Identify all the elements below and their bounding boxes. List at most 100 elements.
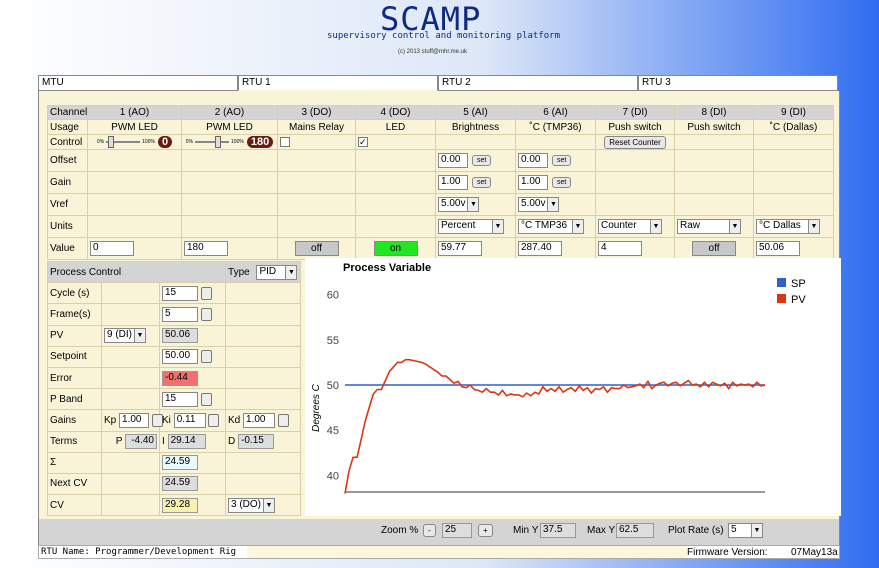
- header: SCAMP supervisory control and monitoring…: [0, 0, 879, 66]
- cv-label: CV: [47, 494, 102, 517]
- sigma-row: Σ 24.59: [47, 451, 302, 474]
- setpoint-set-button[interactable]: [200, 350, 212, 364]
- offset-input-5[interactable]: 0.00: [438, 153, 468, 168]
- units-select-8[interactable]: Raw ▼: [677, 219, 741, 234]
- slider-handle[interactable]: [214, 136, 221, 148]
- vref-select-5[interactable]: 5.00v ▼: [438, 197, 480, 212]
- tab-mtu[interactable]: MTU: [38, 75, 238, 91]
- units-select-7[interactable]: Counter ▼: [598, 219, 662, 234]
- frame-input[interactable]: 5: [162, 306, 198, 322]
- pv-source-select[interactable]: 9 (DI) ▼: [104, 328, 146, 344]
- channel-2: 2 (AO): [181, 105, 278, 120]
- units-value: °C TMP36: [521, 220, 568, 231]
- terms-row: Terms P -4.40 I 29.14 D -0.15: [47, 430, 302, 453]
- control-2: 0% 100% 180: [181, 134, 278, 150]
- vref-label: Vref: [47, 193, 88, 216]
- vref-select-6[interactable]: 5.00v ▼: [518, 197, 560, 212]
- pband-input[interactable]: 15: [162, 391, 198, 407]
- offset-input-6[interactable]: 0.00: [518, 153, 548, 168]
- value-field-1[interactable]: 0: [90, 241, 134, 256]
- cv-target-select[interactable]: 3 (DO) ▼: [228, 497, 276, 513]
- y-tick-label: 60: [327, 290, 339, 302]
- max-y-input[interactable]: 62.5: [616, 523, 654, 538]
- gain-row: Gain 1.00 set 1.00 set: [47, 171, 834, 194]
- units-select-5[interactable]: Percent ▼: [438, 219, 504, 234]
- min-y-input[interactable]: 37.5: [540, 523, 576, 538]
- channel-5: 5 (AI): [435, 105, 516, 120]
- units-select-6[interactable]: °C TMP36 ▼: [518, 219, 584, 234]
- reset-counter-button[interactable]: Reset Counter: [604, 135, 666, 149]
- ki-input[interactable]: 0.11: [173, 412, 206, 428]
- usage-6: ˚C (TMP36): [515, 119, 596, 135]
- control-1: 0% 100% 0: [87, 134, 182, 150]
- plot-rate-select[interactable]: 5 ▼: [728, 523, 763, 538]
- pv-row: PV 9 (DI) ▼ 50.06: [47, 324, 302, 347]
- kp-input[interactable]: 1.00: [119, 412, 150, 428]
- units-value: Counter: [601, 220, 637, 231]
- ki-set-button[interactable]: [208, 413, 220, 427]
- pwm-value-badge: 0: [157, 136, 173, 148]
- legend-swatch-pv: [777, 294, 786, 303]
- pwm-slider-1[interactable]: 0% 100%: [97, 136, 155, 148]
- tab-rtu-3[interactable]: RTU 3: [638, 75, 838, 91]
- channel-6: 6 (AI): [515, 105, 596, 120]
- kd-set-button[interactable]: [277, 413, 289, 427]
- p-term: -4.40: [125, 434, 157, 450]
- app-subtitle: supervisory control and monitoring platf…: [327, 31, 560, 41]
- chevron-down-icon: ▼: [751, 524, 762, 537]
- rtu-tabs: MTU RTU 1 RTU 2 RTU 3: [38, 75, 840, 91]
- status-spacer: [247, 546, 687, 558]
- tab-rtu-1[interactable]: RTU 1: [238, 75, 438, 91]
- pband-label: P Band: [47, 388, 102, 411]
- cycle-input[interactable]: 15: [162, 285, 198, 301]
- set-button[interactable]: set: [552, 177, 572, 188]
- slider-handle[interactable]: [107, 136, 114, 148]
- zoom-in-button[interactable]: +: [478, 524, 493, 537]
- chart-plot: 60 55 50 45 40 Degrees C SP PV: [311, 278, 806, 494]
- p-label: P: [115, 436, 123, 448]
- error-row: Error -0.44: [47, 366, 302, 390]
- value-field-5: 59.77: [438, 241, 482, 256]
- slider-track: [195, 136, 230, 148]
- slider-max: 100%: [142, 139, 155, 145]
- mains-relay-checkbox[interactable]: [280, 136, 290, 147]
- y-axis-label: Degrees C: [311, 383, 322, 432]
- gain-input-6[interactable]: 1.00: [518, 175, 548, 190]
- set-button[interactable]: set: [472, 177, 492, 188]
- usage-2: PWM LED: [181, 119, 278, 135]
- sigma-label: Σ: [47, 451, 102, 474]
- frame-label: Frame(s): [47, 303, 102, 326]
- type-select[interactable]: PID ▼: [256, 264, 298, 280]
- units-select-9[interactable]: °C Dallas ▼: [756, 219, 820, 234]
- setpoint-input[interactable]: 50.00: [162, 349, 198, 365]
- pwm-slider-2[interactable]: 0% 100%: [186, 136, 244, 148]
- value-field-7: 4: [598, 241, 642, 256]
- set-button[interactable]: set: [472, 155, 492, 166]
- pband-set-button[interactable]: [200, 392, 212, 406]
- set-button[interactable]: set: [552, 155, 572, 166]
- kd-input[interactable]: 1.00: [243, 412, 276, 428]
- control-row: Control 0% 100% 0 0% 100% 180 ✓ Reset Counte…: [47, 134, 834, 150]
- cycle-set-button[interactable]: [200, 286, 212, 300]
- legend-swatch-sp: [777, 278, 786, 287]
- usage-label: Usage: [47, 119, 88, 135]
- usage-5: Brightness: [435, 119, 516, 135]
- value-row: Value 0 180 off on 59.77 287.40 4 off 50…: [47, 237, 834, 260]
- pband-row: P Band 15: [47, 388, 302, 411]
- frame-set-button[interactable]: [200, 307, 212, 321]
- value-field-2[interactable]: 180: [184, 241, 228, 256]
- rtu-panel: Channel 1 (AO) 2 (AO) 3 (DO) 4 (DO) 5 (A…: [38, 91, 841, 519]
- units-row: Units Percent ▼ °C TMP36 ▼ Counter ▼ Raw ▼ °…: [47, 215, 834, 238]
- tab-rtu-2[interactable]: RTU 2: [438, 75, 638, 91]
- io-table: Channel 1 (AO) 2 (AO) 3 (DO) 4 (DO) 5 (A…: [47, 105, 834, 260]
- chevron-down-icon: ▼: [650, 220, 661, 233]
- zoom-out-button[interactable]: -: [423, 524, 436, 537]
- setpoint-label: Setpoint: [47, 345, 102, 368]
- error-value: -0.44: [162, 370, 198, 386]
- led-checkbox[interactable]: ✓: [358, 136, 368, 147]
- zoom-value[interactable]: 25: [442, 523, 472, 538]
- gain-input-5[interactable]: 1.00: [438, 175, 468, 190]
- pv-value: 50.06: [162, 328, 198, 344]
- units-value: Raw: [680, 220, 701, 231]
- pv-label: PV: [47, 324, 102, 347]
